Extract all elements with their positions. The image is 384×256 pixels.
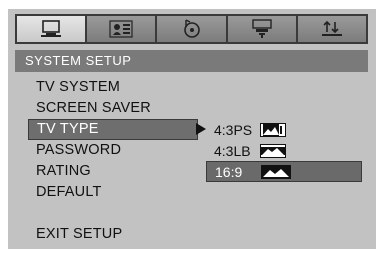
menu-item-tv-type[interactable]: TV TYPE: [28, 119, 198, 140]
pan-scan-icon: [260, 122, 286, 137]
setup-menu: TV SYSTEM SCREEN SAVER TV TYPE PASSWORD …: [28, 77, 198, 245]
equalizer-icon: [321, 20, 342, 36]
option-4-3-lb[interactable]: 4:3LB: [192, 140, 362, 161]
setup-screen: SYSTEM SETUP TV SYSTEM SCREEN SAVER TV T…: [8, 9, 376, 249]
menu-item-default[interactable]: DEFAULT: [28, 182, 198, 203]
tab-system-setup[interactable]: [17, 16, 88, 42]
option-4-3-ps[interactable]: 4:3PS: [192, 119, 362, 140]
menu-item-tv-system[interactable]: TV SYSTEM: [28, 77, 198, 98]
tv-type-options: 4:3PS 4:3LB 16:9: [192, 119, 362, 182]
tab-audio-setup[interactable]: [157, 16, 228, 42]
option-label: 4:3PS: [214, 121, 253, 138]
option-label: 4:3LB: [214, 142, 251, 159]
option-16-9[interactable]: 16:9: [206, 161, 362, 182]
section-title: SYSTEM SETUP: [15, 50, 368, 72]
tab-video-setup[interactable]: [227, 16, 298, 42]
menu-item-screen-saver[interactable]: SCREEN SAVER: [28, 98, 198, 119]
option-label: 16:9: [215, 163, 243, 180]
monitor-icon: [41, 20, 62, 37]
menu-item-exit-setup[interactable]: EXIT SETUP: [28, 224, 198, 245]
menu-item-rating[interactable]: RATING: [28, 161, 198, 182]
speaker-icon: [109, 20, 133, 38]
letterbox-icon: [260, 143, 286, 158]
menu-spacer: [28, 203, 198, 224]
setup-tab-bar: [15, 14, 368, 44]
tab-preference-setup[interactable]: [297, 16, 367, 42]
current-selection-arrow-icon: [196, 123, 206, 135]
menu-item-password[interactable]: PASSWORD: [28, 140, 198, 161]
audio-disc-icon: [183, 19, 200, 38]
tab-language-setup[interactable]: [87, 16, 158, 42]
video-settings-icon: [252, 19, 272, 38]
widescreen-icon: [261, 164, 291, 179]
